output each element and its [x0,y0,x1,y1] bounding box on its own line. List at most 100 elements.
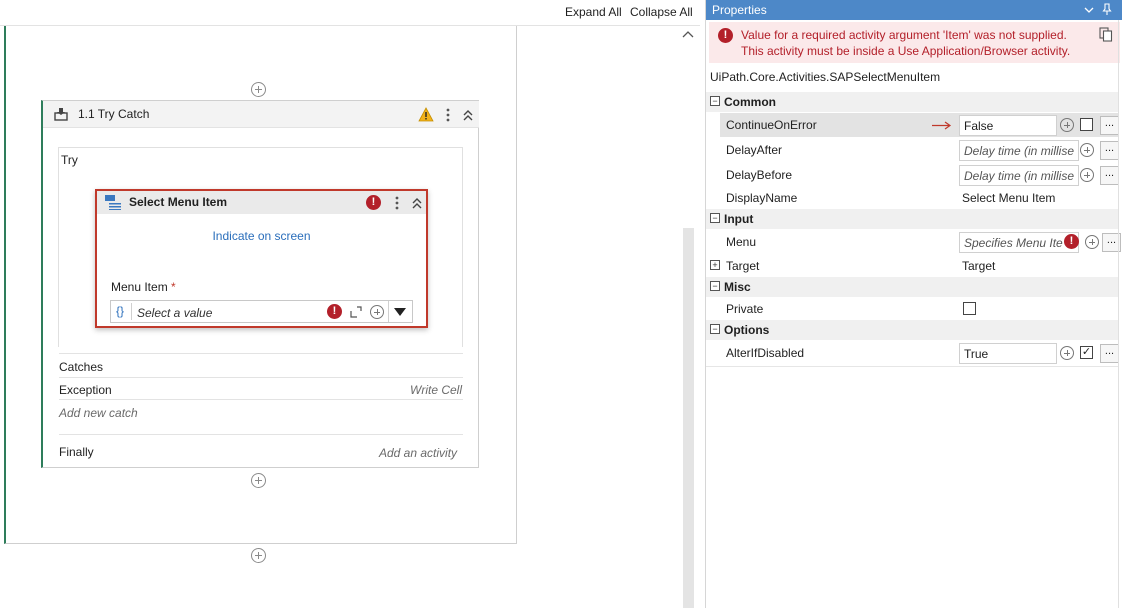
prop-row-continue-on-error[interactable]: ContinueOnError False ... [720,113,1119,137]
prop-row-delay-before[interactable]: DelayBefore Delay time (in millise ... [720,163,1119,187]
pin-icon[interactable] [1102,3,1112,16]
category-label: Common [724,95,776,109]
warning-icon[interactable] [418,107,434,122]
sap-menu-icon [105,195,121,210]
exception-label[interactable]: Exception [59,383,112,397]
prop-row-menu[interactable]: Menu Specifies Menu Ite ! ... [720,230,1121,254]
prop-name: Target [726,259,760,273]
add-activity-icon[interactable] [251,548,266,563]
scrollbar-thumb[interactable] [683,228,694,608]
add-activity-link[interactable]: Add an activity [379,446,457,460]
try-catch-activity[interactable]: 1.1 Try Catch Try Select Menu Item ! Ind… [41,100,479,468]
delay-after-field[interactable]: Delay time (in millise [959,140,1079,161]
menu-item-input[interactable]: {} Select a value ! [110,300,413,323]
error-icon[interactable]: ! [1064,234,1079,249]
ellipsis-button[interactable]: ... [1100,116,1119,135]
required-marker: * [171,280,176,294]
chevron-down-icon[interactable] [1084,5,1094,15]
expression-icon[interactable]: {} [116,304,124,318]
collapse-category-icon[interactable]: − [710,324,720,334]
prop-name: DelayAfter [726,143,783,157]
menu-field[interactable]: Specifies Menu Ite [959,232,1079,253]
prop-name: AlterIfDisabled [726,346,805,360]
copy-icon[interactable] [1099,27,1113,42]
continue-on-error-checkbox[interactable] [1080,118,1093,131]
ellipsis-button[interactable]: ... [1100,344,1119,363]
select-menu-item-header: Select Menu Item ! [97,191,426,214]
target-value[interactable]: Target [962,259,995,273]
plus-icon[interactable] [1080,168,1094,182]
delay-before-field[interactable]: Delay time (in millise [959,165,1079,186]
prop-row-private[interactable]: Private [720,298,1118,320]
collapse-all-link[interactable]: Collapse All [630,5,693,19]
collapse-icon[interactable] [411,196,423,210]
private-checkbox[interactable] [963,302,976,315]
category-label: Misc [724,280,751,294]
prop-name: Private [726,302,764,316]
more-options-icon[interactable] [393,195,401,211]
properties-panel: Properties ! Value for a required activi… [705,0,1126,608]
plus-icon[interactable] [1060,346,1074,360]
collapse-category-icon[interactable]: − [710,281,720,291]
try-label: Try [61,153,78,167]
more-options-icon[interactable] [444,107,452,123]
designer-toolbar: Expand All Collapse All [0,0,700,26]
select-menu-item-activity[interactable]: Select Menu Item ! Indicate on screen Me… [95,189,428,328]
prop-row-target[interactable]: + Target Target [706,255,1118,277]
add-activity-icon[interactable] [251,473,266,488]
prop-name: ContinueOnError [726,118,817,132]
error-banner: ! Value for a required activity argument… [709,22,1120,63]
expand-all-link[interactable]: Expand All [565,5,622,19]
category-label: Input [724,212,754,226]
expand-property-icon[interactable]: + [710,260,720,270]
plus-icon[interactable] [1060,118,1074,132]
properties-title-bar: Properties [706,0,1122,20]
catches-label: Catches [59,360,104,374]
error-message-line2: This activity must be inside a Use Appli… [741,44,1071,58]
expand-editor-icon[interactable] [350,306,362,318]
prop-name: Menu [726,235,757,249]
indicate-on-screen-link[interactable]: Indicate on screen [97,229,426,243]
error-icon[interactable]: ! [327,304,342,319]
prop-row-delay-after[interactable]: DelayAfter Delay time (in millise ... [720,138,1119,162]
menu-item-placeholder: Select a value [137,306,213,320]
prop-name: DisplayName [726,191,798,205]
plus-icon[interactable] [370,305,384,319]
ellipsis-button[interactable]: ... [1100,141,1119,160]
collapse-category-icon[interactable]: − [710,96,720,106]
activity-class-name: UiPath.Core.Activities.SAPSelectMenuItem [710,70,941,84]
category-input[interactable]: − Input [706,209,1118,229]
add-activity-icon[interactable] [251,82,266,97]
collapse-icon[interactable] [462,108,474,122]
try-catch-title: 1.1 Try Catch [78,107,150,121]
error-icon: ! [718,28,733,43]
dropdown-arrow-icon[interactable] [393,307,407,317]
menu-item-label: Menu Item * [111,280,176,294]
try-catch-header: 1.1 Try Catch [43,101,479,128]
continue-on-error-field[interactable]: False [959,115,1057,136]
alter-if-disabled-checkbox[interactable]: ✓ [1080,346,1093,359]
category-options[interactable]: − Options [706,320,1118,340]
plus-icon[interactable] [1080,143,1094,157]
category-misc[interactable]: − Misc [706,277,1118,297]
select-menu-item-title: Select Menu Item [129,195,228,209]
prop-name: DelayBefore [726,168,793,182]
ellipsis-button[interactable]: ... [1100,166,1119,185]
display-name-value[interactable]: Select Menu Item [962,191,1055,205]
prop-row-alter-if-disabled[interactable]: AlterIfDisabled True ✓ ... [720,341,1119,365]
properties-title: Properties [712,3,767,17]
category-label: Options [724,323,770,337]
add-new-catch-link[interactable]: Add new catch [59,406,138,420]
error-message-line1: Value for a required activity argument '… [741,28,1067,42]
arrow-right-icon [932,121,952,130]
alter-if-disabled-field[interactable]: True [959,343,1057,364]
error-icon[interactable]: ! [366,195,381,210]
finally-label: Finally [59,445,94,459]
prop-row-display-name[interactable]: DisplayName Select Menu Item [720,187,1118,209]
exception-action[interactable]: Write Cell [410,383,462,397]
plus-icon[interactable] [1085,235,1099,249]
collapse-category-icon[interactable]: − [710,213,720,223]
try-catch-icon [54,108,68,121]
category-common[interactable]: − Common [706,92,1118,112]
scroll-up-icon[interactable] [682,29,694,39]
